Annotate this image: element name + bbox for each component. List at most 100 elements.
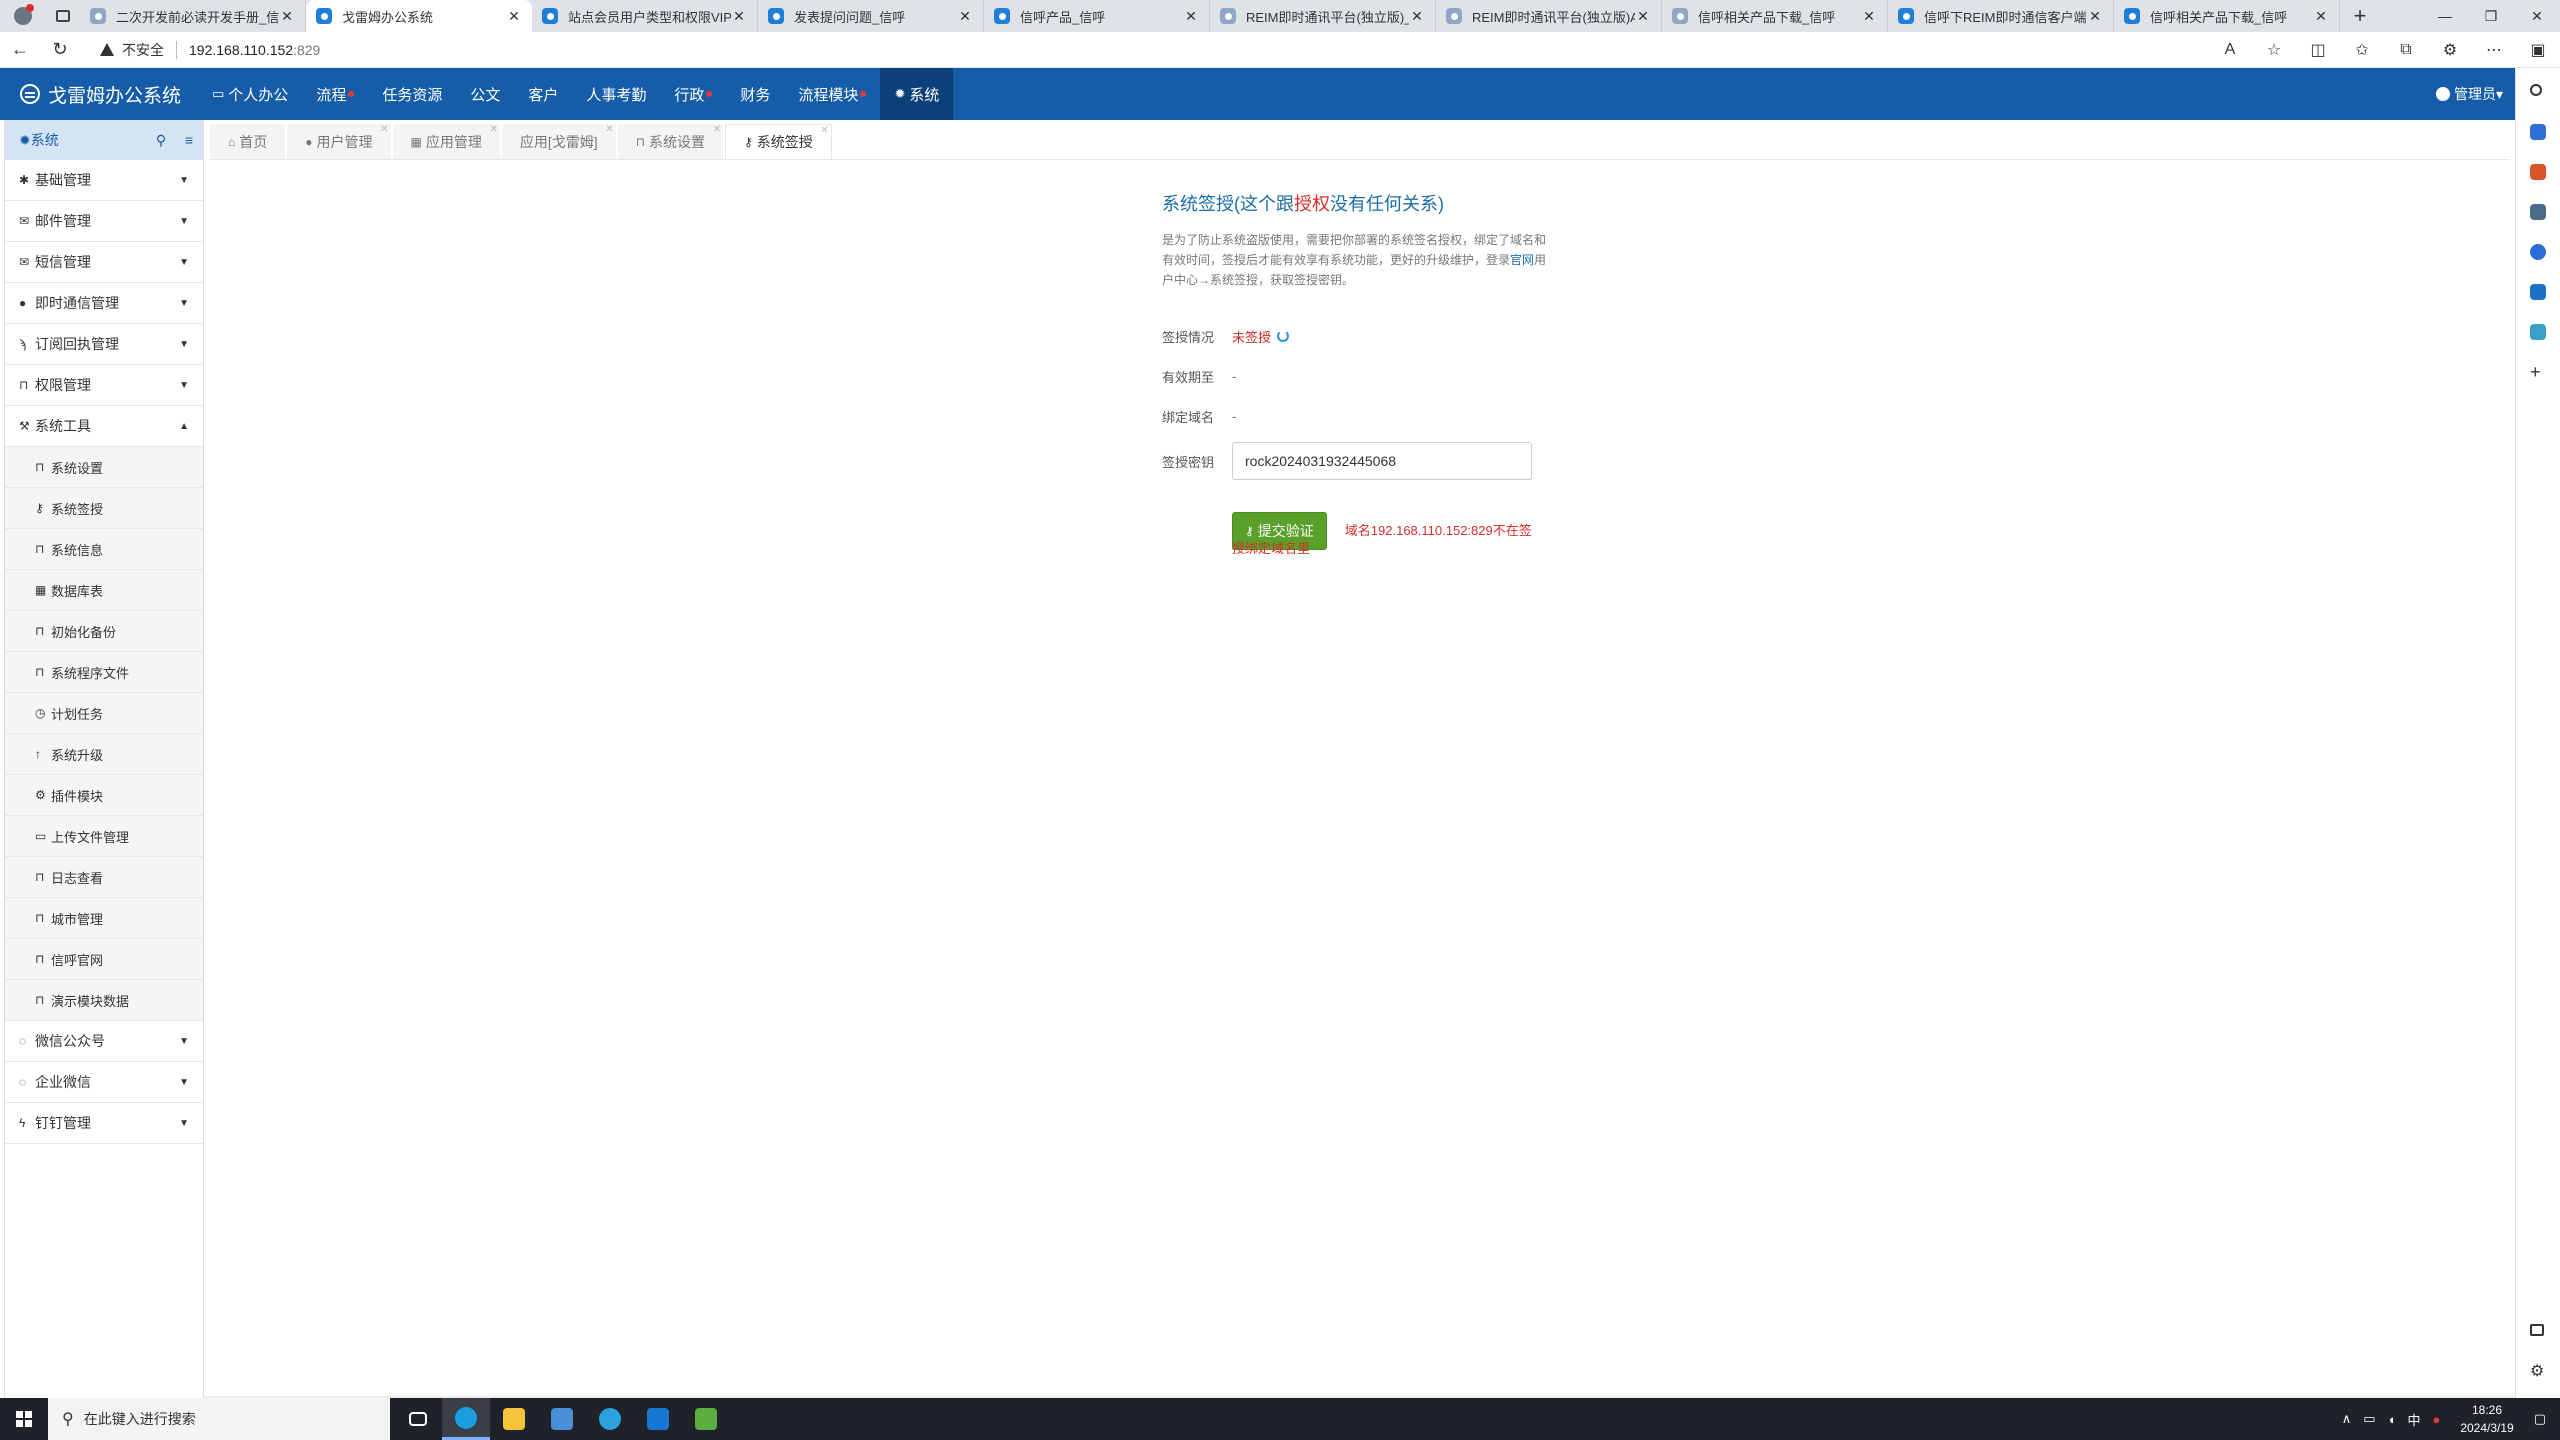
screen-icon[interactable] [2530, 1324, 2544, 1336]
people-icon[interactable] [2530, 204, 2546, 220]
browser-tab[interactable]: 信呼相关产品下载_信呼 ✕ [1662, 0, 1888, 32]
close-tab-icon[interactable]: ✕ [2087, 8, 2103, 25]
volume-icon[interactable]: ◖ [2388, 1412, 2396, 1427]
tools-icon[interactable] [2530, 164, 2546, 180]
browser-tab[interactable]: 发表提问问题_信呼 ✕ [758, 0, 984, 32]
sidebar-group-tools[interactable]: ⚒ 系统工具 ▲ [5, 406, 203, 447]
extensions-icon[interactable]: ⚙ [2428, 40, 2472, 60]
task-view-button[interactable] [394, 1398, 442, 1440]
sidebar-item-cities[interactable]: ⊓ 城市管理 [5, 898, 203, 939]
settings-icon[interactable]: ⚙ [2530, 1364, 2546, 1380]
sidebar-group-dingtalk[interactable]: ϟ 钉钉管理 ▼ [5, 1103, 203, 1144]
outlook-icon[interactable] [2530, 284, 2546, 300]
search-icon[interactable] [2530, 84, 2542, 96]
chevron-up-icon[interactable]: ∧ [2342, 1411, 2352, 1427]
nav-hr[interactable]: 人事考勤 [572, 68, 660, 120]
start-button[interactable] [0, 1398, 48, 1440]
nav-flow-modules[interactable]: 流程模块 [784, 68, 880, 120]
close-tab-icon[interactable]: ✕ [1183, 8, 1199, 25]
browser-tab[interactable]: 信呼相关产品下载_信呼 ✕ [2114, 0, 2340, 32]
user-menu[interactable]: 管理员 ▾ [2435, 84, 2515, 104]
sidebar-group-subscribe[interactable]: ϡ 订阅回执管理 ▼ [5, 324, 203, 365]
tab-users[interactable]: ● 用户管理 ✕ [287, 124, 391, 159]
nav-system[interactable]: ✹ 系统 [880, 68, 954, 120]
sidebar-group-im[interactable]: ● 即时通信管理 ▼ [5, 283, 203, 324]
nav-customers[interactable]: 客户 [514, 68, 572, 120]
network-icon[interactable]: ▭ [2363, 1411, 2375, 1427]
tab-settings[interactable]: ⊓ 系统设置 ✕ [617, 124, 723, 159]
nav-personal[interactable]: ▭ 个人办公 [198, 68, 302, 120]
shopping-tag-icon[interactable] [2530, 124, 2546, 140]
ie-app[interactable] [586, 1398, 634, 1440]
url-field[interactable]: 不安全 192.168.110.152:829 [100, 40, 320, 60]
read-aloud-icon[interactable]: A [2208, 41, 2252, 59]
close-tab-icon[interactable]: ✕ [1409, 8, 1425, 25]
favorites-icon[interactable]: ✩ [2340, 40, 2384, 60]
sidebar-toggle-icon[interactable]: ▣ [2516, 40, 2560, 60]
key-input[interactable] [1232, 442, 1532, 480]
add-icon[interactable]: + [2530, 363, 2546, 381]
minimize-button[interactable]: — [2422, 0, 2468, 32]
sidebar-group-wechat-mp[interactable]: ◌ 微信公众号 ▼ [5, 1021, 203, 1062]
close-tab-icon[interactable]: ✕ [957, 8, 973, 25]
close-tab-icon[interactable]: ✕ [1635, 8, 1651, 25]
browser-tab[interactable]: 信呼下REIM即时通信客户端(✕ [1888, 0, 2114, 32]
close-tab-icon[interactable]: ✕ [605, 124, 613, 135]
sidebar-item-backup[interactable]: ⊓ 初始化备份 [5, 611, 203, 652]
profile-avatar[interactable] [0, 0, 46, 32]
back-button[interactable]: ← [0, 39, 40, 60]
website-link[interactable]: 官网 [1510, 253, 1534, 267]
sidebar-group-wecom[interactable]: ◌ 企业微信 ▼ [5, 1062, 203, 1103]
close-tab-icon[interactable]: ✕ [489, 124, 497, 135]
browser-tab[interactable]: REIM即时通讯平台(独立版)_信 ✕ [1210, 0, 1436, 32]
search-icon[interactable]: ⚲ [147, 132, 175, 149]
refresh-icon[interactable] [1277, 330, 1290, 342]
sidebar-item-signature[interactable]: ⚷ 系统签授 [5, 488, 203, 529]
office-icon[interactable] [2530, 244, 2546, 260]
close-tab-icon[interactable]: ✕ [279, 8, 295, 25]
refresh-button[interactable]: ↻ [40, 39, 80, 60]
ime-label[interactable]: 中 [2407, 1410, 2420, 1429]
sidebar-group-basic[interactable]: ✱ 基础管理 ▼ [5, 160, 203, 201]
sidebar-item-plugins[interactable]: ⚙ 插件模块 [5, 775, 203, 816]
nav-documents[interactable]: 公文 [456, 68, 514, 120]
sidebar-item-uploads[interactable]: ▭ 上传文件管理 [5, 816, 203, 857]
shopping-cart-icon[interactable] [2530, 324, 2546, 340]
browser-tab[interactable]: 二次开发前必读开发手册_信呼 ✕ [80, 0, 306, 32]
tab-app-gorem[interactable]: 应用[戈雷姆] ✕ [501, 124, 616, 159]
more-menu-icon[interactable]: ⋯ [2472, 40, 2516, 60]
nav-tasks[interactable]: 任务资源 [368, 68, 456, 120]
chat-app[interactable] [634, 1398, 682, 1440]
browser-tab[interactable]: 信呼产品_信呼 ✕ [984, 0, 1210, 32]
close-tab-icon[interactable]: ✕ [1861, 8, 1877, 25]
sidebar-item-db-tables[interactable]: ▦ 数据库表 [5, 570, 203, 611]
sidebar-group-permission[interactable]: ⊓ 权限管理 ▼ [5, 365, 203, 406]
tab-signature[interactable]: ⚷ 系统签授 ✕ [725, 124, 832, 159]
close-tab-icon[interactable]: ✕ [380, 124, 388, 135]
new-tab-button[interactable]: + [2340, 0, 2380, 32]
sidebar-group-sms[interactable]: ✉ 短信管理 ▼ [5, 242, 203, 283]
tab-apps[interactable]: ▦ 应用管理 ✕ [392, 124, 500, 159]
close-tab-icon[interactable]: ✕ [506, 8, 522, 25]
nav-flow[interactable]: 流程 [302, 68, 368, 120]
split-screen-icon[interactable]: ◫ [2296, 40, 2340, 60]
notification-icon[interactable]: ▢ [2534, 1411, 2546, 1427]
close-tab-icon[interactable]: ✕ [713, 124, 721, 135]
sidebar-item-program-files[interactable]: ⊓ 系统程序文件 [5, 652, 203, 693]
collections-icon[interactable]: ⧉ [2384, 41, 2428, 59]
close-tab-icon[interactable]: ✕ [2313, 8, 2329, 25]
restore-button[interactable]: ❐ [2468, 0, 2514, 32]
sidebar-item-upgrade[interactable]: ↑ 系统升级 [5, 734, 203, 775]
sidebar-item-info[interactable]: ⊓ 系统信息 [5, 529, 203, 570]
tab-actions-button[interactable] [46, 0, 80, 32]
edge-app[interactable] [442, 1398, 490, 1440]
browser-tab[interactable]: 站点会员用户类型和权限VIP说明✕ [532, 0, 758, 32]
taskbar-search[interactable]: ⚲ 在此键入进行搜索 [48, 1398, 390, 1440]
sidebar-item-website[interactable]: ⊓ 信呼官网 [5, 939, 203, 980]
sidebar-item-demo-data[interactable]: ⊓ 演示模块数据 [5, 980, 203, 1021]
antivirus-icon[interactable]: ● [2432, 1412, 2440, 1427]
close-tab-icon[interactable]: ✕ [731, 8, 747, 25]
nav-finance[interactable]: 财务 [726, 68, 784, 120]
sidebar-item-settings[interactable]: ⊓ 系统设置 [5, 447, 203, 488]
nav-admin[interactable]: 行政 [660, 68, 726, 120]
